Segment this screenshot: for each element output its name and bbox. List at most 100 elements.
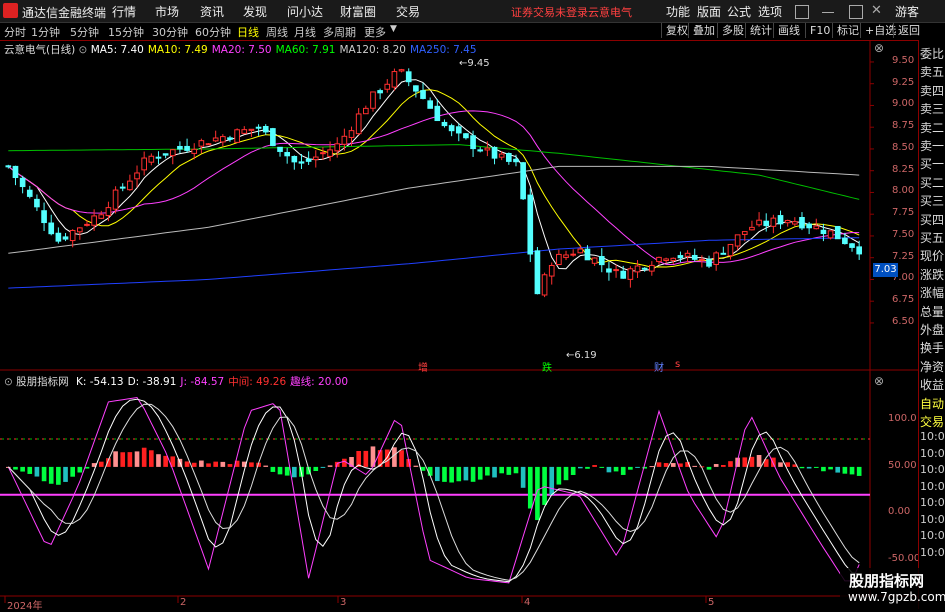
side-panel-item[interactable]: 卖一 (920, 137, 944, 154)
candle-body (270, 128, 276, 147)
side-panel-item[interactable]: 买三 (920, 192, 944, 209)
side-panel-item[interactable]: 卖四 (920, 82, 944, 99)
indicator-bar (628, 466, 633, 470)
candle-body (98, 214, 105, 219)
candle-body (727, 243, 734, 257)
side-panel-item[interactable]: 卖三 (920, 100, 944, 117)
side-panel-item[interactable]: 涨跌 (920, 266, 944, 283)
ma-legend-item: MA5: 7.40 (90, 44, 144, 56)
side-panel-item[interactable]: 净资 (920, 358, 944, 375)
side-panel-item[interactable]: 外盘 (920, 321, 944, 338)
candle-body (234, 129, 240, 143)
candle-body (205, 143, 212, 146)
side-panel-item[interactable]: 买五 (920, 229, 944, 246)
indicator-toggle-icon[interactable]: ⊙ (4, 376, 16, 388)
side-panel-item[interactable]: 现价 (920, 247, 944, 264)
event-s[interactable]: s (675, 359, 680, 370)
side-panel-item[interactable]: 委比 (920, 45, 944, 62)
indicator-bar (806, 466, 812, 469)
side-panel-item[interactable]: 卖二 (920, 119, 944, 136)
indicator-bar (756, 455, 762, 467)
side-panel-item[interactable]: 收益 (920, 376, 944, 393)
ma-legend-item: MA20: 7.50 (211, 44, 272, 56)
indicator-bar (535, 466, 540, 521)
side-panel-item[interactable]: 10:0 (920, 496, 945, 509)
indicator-bar (206, 463, 211, 467)
indicator-axis-label: 50.00 (888, 459, 917, 471)
indicator-bar (220, 461, 226, 467)
side-panel-item[interactable]: 买二 (920, 174, 944, 191)
side-panel-item[interactable]: 10:0 (920, 463, 945, 476)
indicator-bar (292, 466, 297, 478)
price-axis-label: 6.50 (892, 315, 915, 327)
candle-body (827, 230, 834, 239)
candle-body (491, 146, 498, 159)
candle-body (348, 130, 355, 138)
indicator-bar (442, 466, 447, 482)
indicator-bar (270, 466, 276, 472)
indicator-bar (713, 464, 719, 467)
indicator-bar (778, 462, 783, 467)
price-axis-label: 8.00 (892, 185, 915, 197)
indicator-bar (227, 464, 233, 467)
candle-body (792, 221, 798, 225)
indicator-bar (13, 466, 18, 470)
price-axis-label: 8.75 (892, 120, 915, 132)
candle-body (756, 219, 762, 226)
chart-close-icon[interactable]: ⊗ (874, 41, 884, 55)
event-zeng[interactable]: 增 (418, 359, 428, 374)
candle-body (670, 257, 677, 261)
side-panel-item[interactable]: 10:0 (920, 529, 945, 542)
indicator-bar (384, 449, 390, 467)
candle-body (212, 137, 219, 142)
candle-body (463, 133, 469, 139)
indicator-bar (856, 466, 862, 476)
indicator-axis-label: -50.00 (888, 552, 921, 564)
side-panel-item[interactable]: 买四 (920, 211, 944, 228)
indicator-bar (599, 466, 605, 468)
candle-body (391, 71, 398, 88)
indicator-legend-item: K: -54.13 (75, 376, 124, 388)
candle-body (141, 157, 147, 171)
side-panel-item[interactable]: 卖五 (920, 63, 944, 80)
indicator-bar (542, 466, 547, 505)
side-panel-item[interactable]: 10:0 (920, 480, 945, 493)
candle-body (384, 83, 391, 90)
candle-body (470, 135, 476, 150)
side-panel-item[interactable]: 自动 (920, 395, 944, 412)
side-panel-item[interactable]: 10:0 (920, 430, 945, 443)
side-panel-item[interactable]: 10:0 (920, 546, 945, 559)
side-panel-item[interactable]: 涨幅 (920, 284, 944, 301)
candle-body (255, 126, 262, 129)
indicator-bar (56, 466, 61, 485)
event-die[interactable]: 跌 (542, 359, 552, 374)
candle-body (634, 265, 641, 273)
candle-body (584, 248, 591, 261)
side-panel-item[interactable]: 交易 (920, 413, 944, 430)
side-panel-item[interactable]: 换手 (920, 339, 944, 356)
price-axis-label: 9.25 (892, 76, 915, 88)
side-panel-item[interactable]: 10:0 (920, 513, 945, 526)
side-panel-item[interactable]: 买一 (920, 155, 944, 172)
ma60-line (8, 144, 860, 200)
indicator-close-icon[interactable]: ⊗ (874, 374, 884, 388)
time-axis-label: 2 (180, 597, 187, 608)
indicator-bar (199, 460, 204, 467)
indicator-bar (642, 466, 647, 469)
indicator-bar (663, 463, 669, 467)
kline-chart[interactable] (0, 0, 945, 609)
indicator-bar (127, 452, 133, 467)
price-axis-label: 8.50 (892, 141, 915, 153)
candle-body (448, 125, 455, 132)
main-legend: 云意电气(日线) ⊙ MA5: 7.40 MA10: 7.49 MA20: 7.50… (4, 42, 481, 57)
side-panel-item[interactable]: 总量 (920, 303, 944, 320)
candle-body (62, 236, 69, 240)
side-panel-item[interactable]: 10:0 (920, 447, 945, 460)
low-annotation: ←6.19 (566, 350, 597, 361)
legend-toggle-icon[interactable]: ⊙ (79, 44, 91, 56)
candle-body (749, 226, 755, 231)
candle-body (12, 165, 19, 179)
event-cai[interactable]: 财 (654, 359, 664, 374)
candle-body (19, 177, 26, 188)
candle-body (427, 100, 433, 109)
